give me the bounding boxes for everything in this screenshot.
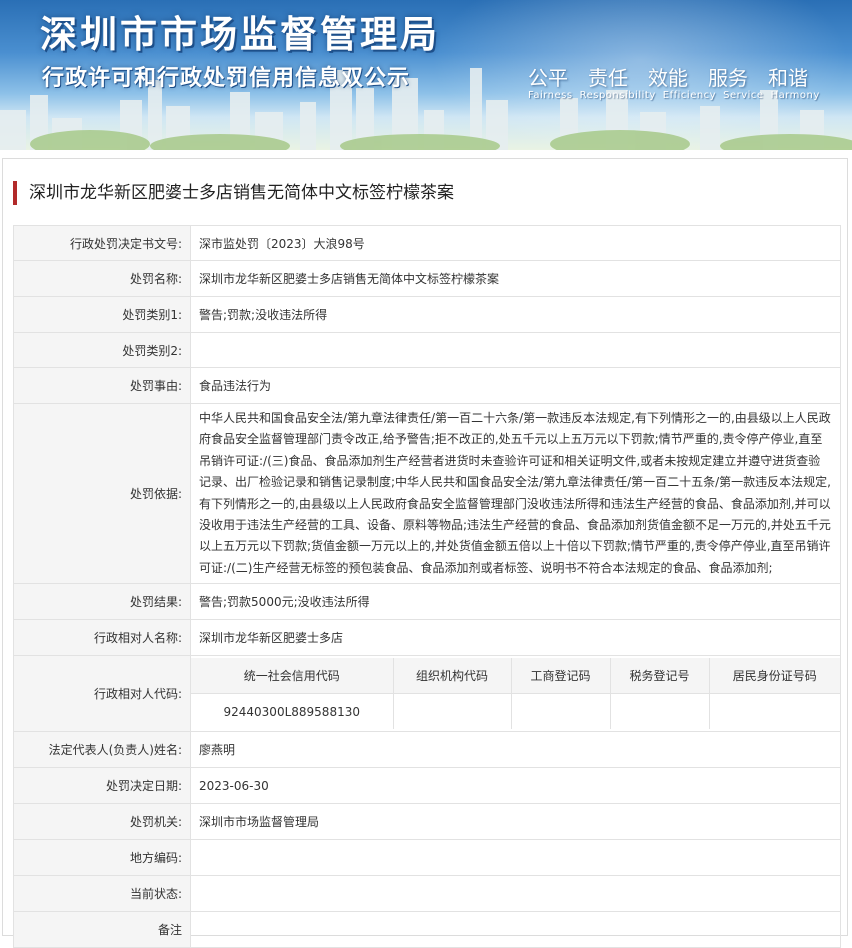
slogan-en-word: Fairness: [528, 90, 573, 101]
field-label: 备注: [13, 911, 191, 948]
row-party-code: 行政相对人代码: 统一社会信用代码 组织机构代码 工商登记码 税务登记号 居民身…: [13, 655, 841, 733]
agency-title: 深圳市市场监督管理局: [40, 13, 440, 56]
field-value: [190, 875, 841, 913]
header-banner: 深圳市市场监督管理局 行政许可和行政处罚信用信息双公示 公平 责任 效能 服务 和谐 F…: [0, 0, 852, 150]
row-reason: 处罚事由: 食品违法行为: [13, 367, 841, 404]
row-case-name: 处罚名称: 深圳市龙华新区肥婆士多店销售无简体中文标签柠檬茶案: [13, 260, 841, 297]
field-label: 地方编码:: [13, 839, 191, 877]
slogan-cn: 公平 责任 效能 服务 和谐: [528, 62, 808, 91]
field-label: 处罚类别1:: [13, 296, 191, 333]
party-code-header-row: 统一社会信用代码 组织机构代码 工商登记码 税务登记号 居民身份证号码: [191, 658, 840, 695]
field-value: 警告;罚款5000元;没收违法所得: [190, 583, 841, 621]
field-value: 食品违法行为: [190, 367, 841, 404]
field-label: 处罚结果:: [13, 583, 191, 621]
slogan-word: 服务: [708, 66, 748, 90]
slogan-en-word: Efficiency: [662, 90, 717, 101]
field-value: 警告;罚款;没收违法所得: [190, 296, 841, 333]
slogan-word: 责任: [588, 66, 628, 90]
field-value: [190, 332, 841, 368]
field-label: 处罚机关:: [13, 803, 191, 841]
field-value: [190, 839, 841, 877]
field-value: [190, 911, 841, 948]
code-value: [392, 693, 512, 730]
slogan-word: 效能: [648, 66, 688, 90]
party-code-table: 统一社会信用代码 组织机构代码 工商登记码 税务登记号 居民身份证号码 9244…: [191, 658, 840, 730]
column-header: 统一社会信用代码: [191, 658, 394, 695]
field-label: 处罚事由:: [13, 367, 191, 404]
row-type1: 处罚类别1: 警告;罚款;没收违法所得: [13, 296, 841, 333]
row-result: 处罚结果: 警告;罚款5000元;没收违法所得: [13, 583, 841, 621]
slogan-en: Fairness Responsibility Efficiency Service H…: [528, 90, 827, 101]
field-value: 2023-06-30: [190, 767, 841, 805]
row-legal-rep: 法定代表人(负责人)姓名: 廖燕明: [13, 731, 841, 769]
row-status: 当前状态:: [13, 875, 841, 913]
field-value: 深圳市龙华新区肥婆士多店: [190, 619, 841, 657]
penalty-info-table: 行政处罚决定书文号: 深市监处罚〔2023〕大浪98号 处罚名称: 深圳市龙华新…: [13, 225, 841, 948]
row-type2: 处罚类别2:: [13, 332, 841, 368]
party-code-value-row: 92440300L889588130: [191, 693, 840, 730]
field-label: 行政处罚决定书文号:: [13, 225, 191, 261]
column-header: 组织机构代码: [392, 658, 512, 695]
field-value: 深市监处罚〔2023〕大浪98号: [190, 225, 841, 261]
code-value: [510, 693, 611, 730]
row-remark: 备注: [13, 911, 841, 948]
slogan-word: 公平: [528, 66, 568, 90]
field-label: 处罚决定日期:: [13, 767, 191, 805]
slogan-en-word: Harmony: [770, 90, 820, 101]
column-header: 工商登记码: [510, 658, 611, 695]
code-value: [708, 693, 840, 730]
column-header: 税务登记号: [609, 658, 710, 695]
slogan-en-word: Responsibility: [579, 90, 656, 101]
row-area-code: 地方编码:: [13, 839, 841, 877]
field-value: 深圳市市场监督管理局: [190, 803, 841, 841]
row-party-name: 行政相对人名称: 深圳市龙华新区肥婆士多店: [13, 619, 841, 657]
row-basis: 处罚依据: 中华人民共和国食品安全法/第九章法律责任/第一百二十六条/第一款违反…: [13, 402, 841, 585]
row-authority: 处罚机关: 深圳市市场监督管理局: [13, 803, 841, 841]
page-title: 深圳市龙华新区肥婆士多店销售无简体中文标签柠檬茶案: [13, 181, 454, 205]
field-value: 中华人民共和国食品安全法/第九章法律责任/第一百二十六条/第一款违反本法规定,有…: [190, 402, 841, 585]
field-label: 处罚名称:: [13, 260, 191, 297]
party-code-cell: 统一社会信用代码 组织机构代码 工商登记码 税务登记号 居民身份证号码 9244…: [190, 655, 841, 733]
field-label: 行政相对人名称:: [13, 619, 191, 657]
row-doc-no: 行政处罚决定书文号: 深市监处罚〔2023〕大浪98号: [13, 225, 841, 261]
field-value: 深圳市龙华新区肥婆士多店销售无简体中文标签柠檬茶案: [190, 260, 841, 297]
content-panel: 深圳市龙华新区肥婆士多店销售无简体中文标签柠檬茶案 行政处罚决定书文号: 深市监…: [2, 158, 848, 948]
field-label: 处罚依据:: [13, 402, 191, 585]
field-label: 处罚类别2:: [13, 332, 191, 368]
code-value: [609, 693, 710, 730]
field-value: 廖燕明: [190, 731, 841, 769]
slogan-word: 和谐: [768, 66, 808, 90]
site-subtitle: 行政许可和行政处罚信用信息双公示: [42, 66, 411, 91]
slogan-en-word: Service: [723, 90, 764, 101]
field-label: 法定代表人(负责人)姓名:: [13, 731, 191, 769]
field-label: 行政相对人代码:: [13, 655, 191, 733]
column-header: 居民身份证号码: [708, 658, 840, 695]
code-value: 92440300L889588130: [191, 693, 394, 730]
field-label: 当前状态:: [13, 875, 191, 913]
row-decision-date: 处罚决定日期: 2023-06-30: [13, 767, 841, 805]
